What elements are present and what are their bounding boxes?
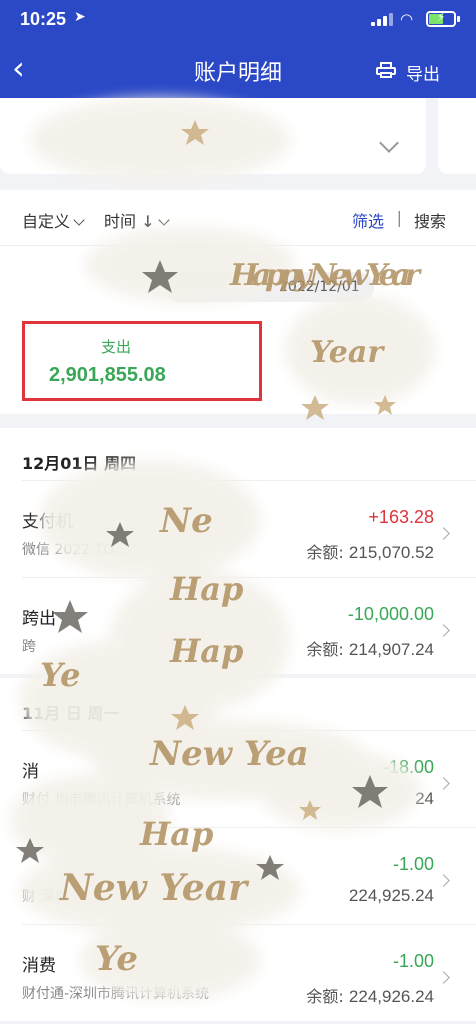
account-card-area — [0, 98, 476, 190]
search-button[interactable]: 搜索 — [414, 208, 446, 232]
expense-label: 支出 — [101, 338, 132, 356]
printer-icon[interactable] — [376, 62, 396, 78]
transaction-balance: 224,925.24 — [348, 886, 434, 905]
transaction-row[interactable]: 财 深圳 -1.00 224,925.24 — [22, 827, 476, 924]
filter-button[interactable]: 筛选 — [352, 208, 384, 232]
transaction-balance: 余额: 215,070.52 — [306, 543, 434, 562]
status-bar: 10:25 ➤ ◠ ⚡ — [0, 0, 476, 40]
export-button[interactable]: 导出 — [406, 60, 440, 85]
transaction-desc: 微信 2022 TO... — [22, 542, 127, 558]
transaction-row[interactable]: 消 财付 圳市腾讯计算机系统 -18.00 24 — [22, 730, 476, 827]
transaction-amount: +163.28 — [368, 507, 434, 527]
account-card[interactable] — [0, 98, 426, 174]
date-range-pill[interactable]: 2022/12/01 — [165, 272, 374, 302]
nav-bar: ‹ 账户明细 导出 — [0, 40, 476, 98]
transaction-desc: 财付 圳市腾讯计算机系统 — [22, 792, 181, 808]
summary-section: 2022/12/01 支出 2,901,855.08 — [0, 246, 476, 414]
custom-range-button[interactable]: 自定义 — [22, 208, 85, 232]
battery-charging-icon: ⚡ — [426, 10, 456, 27]
chevron-right-icon — [437, 971, 450, 984]
chevron-right-icon — [437, 874, 450, 887]
account-card-next[interactable] — [438, 98, 476, 174]
transaction-row[interactable]: 跨出 跨 -10,000.00 余额: 214,907.24 — [22, 577, 476, 674]
transaction-row[interactable]: 支付机 微信 2022 TO... +163.28 余额: 215,070.52 — [22, 480, 476, 577]
group-date-header: 12月01日 周四 — [22, 454, 137, 473]
chevron-down-icon[interactable] — [379, 133, 399, 153]
transaction-desc: 财付通-深圳市腾讯计算机系统 — [22, 986, 210, 1002]
transaction-name: 支付机 — [22, 512, 73, 532]
transaction-balance: 余额: 214,907.24 — [306, 640, 434, 659]
time-sort-button[interactable]: 时间 ↓ — [104, 208, 170, 232]
transaction-amount: -1.00 — [392, 854, 434, 874]
transaction-name: 消 — [22, 762, 39, 782]
cellular-signal-icon — [371, 12, 393, 26]
group-date-header: 11月 日 周一 — [22, 704, 120, 723]
transaction-amount: -1.00 — [392, 951, 434, 971]
wifi-icon: ◠ — [400, 10, 414, 28]
transaction-balance: 余额: 224,926.24 — [306, 987, 434, 1006]
chevron-right-icon — [437, 527, 450, 540]
transaction-name: 消费 — [22, 956, 56, 976]
expense-summary: 支出 2,901,855.08 — [22, 321, 262, 401]
transaction-group: 12月01日 周四 支付机 微信 2022 TO... +163.28 余额: … — [0, 428, 476, 674]
transaction-amount: -10,000.00 — [347, 604, 434, 624]
filter-bar: 自定义 时间 ↓ 筛选 | 搜索 — [0, 190, 476, 246]
transaction-desc: 跨 — [22, 639, 36, 655]
page-title: 账户明细 — [193, 61, 282, 86]
transaction-balance: 24 — [415, 789, 434, 808]
transaction-group: 11月 日 周一 消 财付 圳市腾讯计算机系统 -18.00 24 财 深圳 -… — [0, 678, 476, 1021]
chevron-right-icon — [437, 624, 450, 637]
filter-separator: | — [396, 208, 402, 227]
transaction-amount: -18.00 — [382, 757, 434, 777]
caret-down-icon — [73, 214, 85, 226]
location-arrow-icon: ➤ — [74, 9, 86, 25]
chevron-right-icon — [437, 777, 450, 790]
expense-amount: 2,901,855.08 — [49, 364, 166, 386]
transaction-row[interactable]: 消费 财付通-深圳市腾讯计算机系统 -1.00 余额: 224,926.24 — [22, 924, 476, 1021]
caret-down-icon — [157, 214, 170, 226]
transaction-desc: 财 深圳 — [22, 889, 69, 905]
transaction-name: 跨出 — [22, 609, 56, 629]
status-time: 10:25 — [20, 9, 67, 29]
